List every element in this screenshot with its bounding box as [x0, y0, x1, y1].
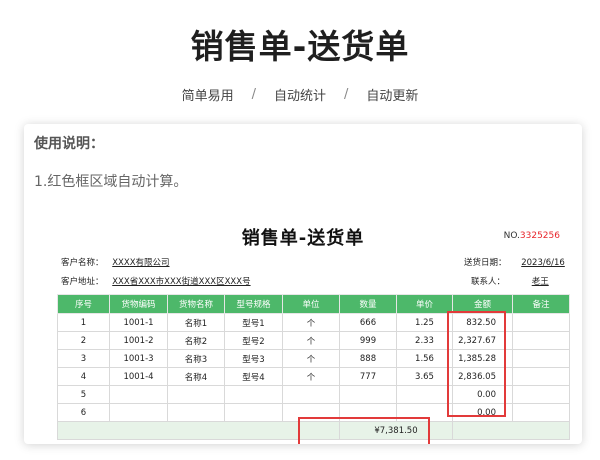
cell-model [224, 403, 283, 422]
cell-unit: 个 [282, 331, 340, 350]
column-header: 单价 [396, 294, 453, 314]
contact-value: 老王 [531, 277, 549, 287]
instructions-title: 使用说明： [34, 136, 104, 152]
cell-note [512, 367, 570, 386]
cell-unit: 个 [282, 313, 340, 332]
customer-name-value: XXXX有限公司 [112, 258, 170, 268]
cell-code: 1001-2 [109, 331, 168, 350]
sheet-title: 销售单-送货单 [241, 228, 365, 249]
cell-qty: 999 [339, 331, 397, 350]
column-header: 货物名称 [167, 294, 225, 314]
delivery-date-field: 送货日期： 2023/6/16 [464, 256, 565, 268]
contact-label: 联系人： [471, 277, 506, 287]
preview-card: 使用说明： 1.红色框区域自动计算。 销售单-送货单 NO.3325256 客户… [24, 124, 582, 444]
cell-qty: 777 [339, 367, 397, 386]
cell-price: 1.25 [396, 313, 453, 332]
column-header: 型号规格 [224, 294, 283, 314]
column-header: 数量 [339, 294, 397, 314]
cell-code [109, 403, 168, 422]
cell-note [512, 313, 570, 332]
cell-qty: 888 [339, 349, 397, 368]
tag-separator: / [251, 87, 256, 102]
instructions-line: 1.红色框区域自动计算。 [34, 174, 188, 190]
cell-name: 名称1 [167, 313, 225, 332]
cell-no: 2 [57, 331, 110, 350]
customer-name-label: 客户名称： [61, 258, 104, 268]
feature-tags: 简单易用 / 自动统计 / 自动更新 [0, 85, 600, 104]
cell-model: 型号2 [224, 331, 283, 350]
cell-code: 1001-1 [109, 313, 168, 332]
column-header: 货物编码 [109, 294, 168, 314]
cell-code [109, 385, 168, 404]
cell-name [167, 385, 225, 404]
cell-price: 3.65 [396, 367, 453, 386]
auto-calc-total-box [298, 417, 430, 444]
customer-address-field: 客户地址： XXX省XXX市XXX街道XXX区XXX号 [61, 275, 251, 287]
cell-price [396, 385, 453, 404]
cell-note [512, 349, 570, 368]
column-header: 序号 [57, 294, 110, 314]
contact-field: 联系人： 老王 [471, 275, 549, 287]
customer-address-value: XXX省XXX市XXX街道XXX区XXX号 [112, 277, 251, 287]
column-header: 备注 [512, 294, 570, 314]
cell-price: 2.33 [396, 331, 453, 350]
column-header: 单位 [282, 294, 340, 314]
cell-code: 1001-3 [109, 349, 168, 368]
cell-name: 名称4 [167, 367, 225, 386]
total-spacer [452, 421, 570, 440]
cell-unit: 个 [282, 367, 340, 386]
cell-model: 型号4 [224, 367, 283, 386]
customer-address-label: 客户地址： [61, 277, 104, 287]
cell-model: 型号3 [224, 349, 283, 368]
cell-unit: 个 [282, 349, 340, 368]
cell-price: 1.56 [396, 349, 453, 368]
cell-qty [339, 385, 397, 404]
page-title: 销售单-送货单 [190, 27, 410, 66]
cell-qty: 666 [339, 313, 397, 332]
cell-no: 4 [57, 367, 110, 386]
tag-separator: / [344, 87, 349, 102]
delivery-date-value: 2023/6/16 [521, 258, 565, 268]
cell-no: 5 [57, 385, 110, 404]
delivery-date-label: 送货日期： [464, 258, 507, 268]
customer-name-field: 客户名称： XXXX有限公司 [61, 256, 170, 268]
order-number: NO.3325256 [504, 231, 560, 241]
cell-code: 1001-4 [109, 367, 168, 386]
auto-calc-amount-box [447, 311, 506, 417]
cell-note [512, 403, 570, 422]
order-number-label: NO. [503, 231, 520, 241]
cell-name [167, 403, 225, 422]
cell-note [512, 331, 570, 350]
cell-name: 名称3 [167, 349, 225, 368]
tag-auto-stats: 自动统计 [273, 89, 326, 104]
cell-no: 6 [57, 403, 110, 422]
cell-no: 3 [57, 349, 110, 368]
order-number-value: 3325256 [519, 231, 560, 241]
cell-note [512, 385, 570, 404]
cell-unit [282, 385, 340, 404]
cell-model: 型号1 [224, 313, 283, 332]
tag-easy: 简单易用 [181, 89, 234, 104]
cell-no: 1 [57, 313, 110, 332]
cell-name: 名称2 [167, 331, 225, 350]
cell-model [224, 385, 283, 404]
tag-auto-update: 自动更新 [366, 89, 419, 104]
